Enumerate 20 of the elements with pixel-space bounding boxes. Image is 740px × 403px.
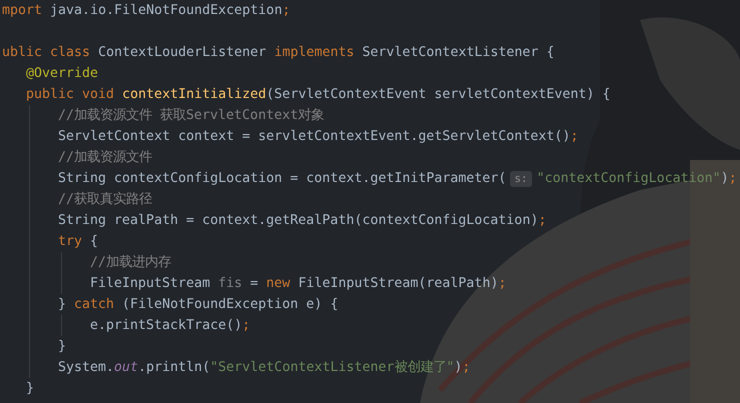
code-text: //加载进内存 <box>90 254 172 272</box>
code-text: } catch (FileNotFoundException e) { <box>58 296 338 314</box>
code-text: } <box>26 380 34 398</box>
code-text: //获取真实路径 <box>58 190 152 209</box>
code-text: String contextConfigLocation = context.getInitParameter( <box>58 170 506 188</box>
code-text: //加载资源文件 <box>58 148 152 167</box>
code-text: //加载资源文件 获取ServletContext对象 <box>58 106 324 125</box>
code-text: ServletContext context = servletContextEvent.getServletContext(); <box>58 128 578 146</box>
code-text: public void contextInitialized(ServletContextEvent servletContextEvent) { <box>26 86 610 104</box>
code-text: e.printStackTrace(); <box>90 317 250 335</box>
code-text: } <box>58 338 66 356</box>
code-text: try { <box>58 233 98 251</box>
code-text: mport java.io.FileNotFoundException; <box>2 2 290 20</box>
code-text: System.out.println("ServletContextListener被创建了"); <box>58 358 470 377</box>
code-text: String realPath = context.getRealPath(contextConfigLocation); <box>58 212 546 230</box>
code-text: FileInputStream fis = new FileInputStream(realPath); <box>90 275 506 293</box>
code-text: "contextConfigLocation"); <box>536 170 737 188</box>
code-text: ublic class ContextLouderListener implements ServletContextListener { <box>2 44 554 62</box>
code-text: @Override <box>26 65 98 83</box>
parameter-hint: s: <box>510 170 532 186</box>
